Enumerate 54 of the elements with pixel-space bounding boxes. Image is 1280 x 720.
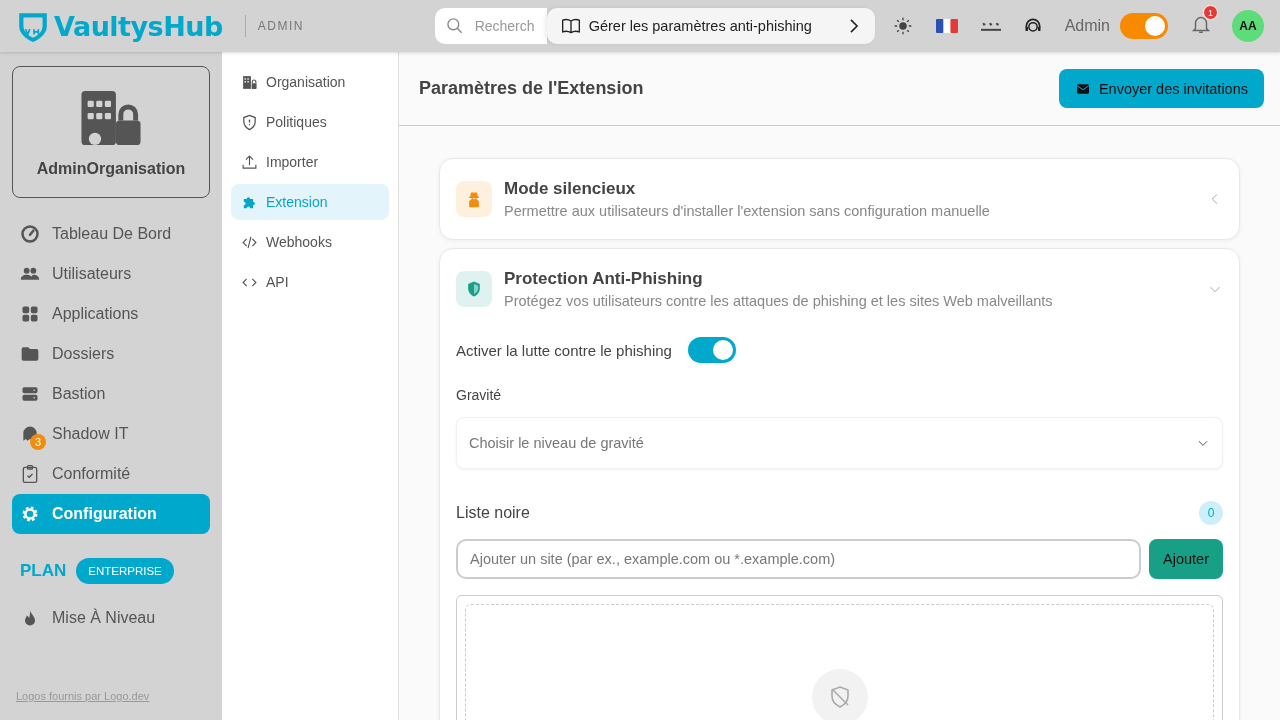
subnav-item[interactable]: Politiques [231,104,389,140]
page-title: Paramètres de l'Extension [419,78,644,99]
folder-icon [20,344,40,364]
ghost-icon [20,424,40,444]
card-title: Mode silencieux [504,179,637,199]
count-badge: 0 [1199,501,1223,525]
add-button[interactable]: Ajouter [1149,539,1223,579]
subnav-item[interactable]: API [231,264,389,300]
card-description: Permettre aux utilisateurs d'installer l'extension sans configuration manuelle [504,203,991,219]
severity-select[interactable]: Choisir le niveau de gravité [456,417,1223,469]
subnav-item[interactable]: Organisation [231,64,389,100]
clipboard-icon [20,464,40,484]
plan-tier-badge: ENTERPRISE [76,558,174,584]
sidebar-item[interactable]: Configuration [12,494,210,534]
grid-icon [20,304,40,324]
book-icon [560,16,581,36]
section-label: ADMIN [257,19,304,33]
notification-count: 1 [1203,5,1218,20]
user-avatar[interactable]: AA [1232,10,1264,42]
sidebar-item[interactable]: Dossiers [12,334,210,374]
subnav-item[interactable]: Importer [231,144,389,180]
upgrade-link[interactable]: Mise À Niveau [12,598,210,638]
upload-icon [241,153,258,171]
card-description: Protégez vos utilisateurs contre les attaques de phishing et les sites Web malveillants [504,293,1054,309]
sidebar-item[interactable]: Conformité [12,454,210,494]
search-icon [444,16,465,36]
tooltip[interactable]: Gérer les paramètres anti-phishing [546,8,875,44]
gear-icon [20,504,40,524]
organisation-card[interactable]: AdminOrganisation [12,66,210,198]
sidebar-item[interactable]: Shadow IT 3 [12,414,210,454]
sidebar-item[interactable]: Utilisateurs [12,254,210,294]
card-title: Protection Anti-Phishing [504,269,704,289]
toggle-label: Activer la lutte contre le phishing [456,341,672,359]
count-badge: 3 [30,434,46,450]
search-field[interactable]: Recherch [434,8,547,44]
admin-mode-toggle[interactable] [1120,13,1168,39]
sidebar-item[interactable]: Bastion [12,374,210,414]
user-role-label: Admin [1064,17,1110,35]
building-icon [241,73,258,91]
field-label: Gravité [456,387,503,403]
sun-icon [892,16,913,36]
organisation-name: AdminOrganisation [36,160,186,178]
shield-icon [241,113,258,131]
send-invitations-button[interactable]: Envoyer des invitations [1058,69,1264,108]
sidebar-item[interactable]: Tableau De Bord [12,214,210,254]
gauge-icon [20,224,40,244]
section-title: Liste noire [456,504,530,522]
subnav-item[interactable]: Webhooks [231,224,389,260]
anti-phishing-toggle[interactable] [687,337,736,363]
password-icon [980,21,1001,31]
server-icon [20,384,40,404]
sidebar-item[interactable]: Applications [12,294,210,334]
plan-label: PLAN [20,561,67,581]
site-input-field[interactable]: Ajouter un site (par ex., example.com ou *.example.com) [456,539,1142,579]
